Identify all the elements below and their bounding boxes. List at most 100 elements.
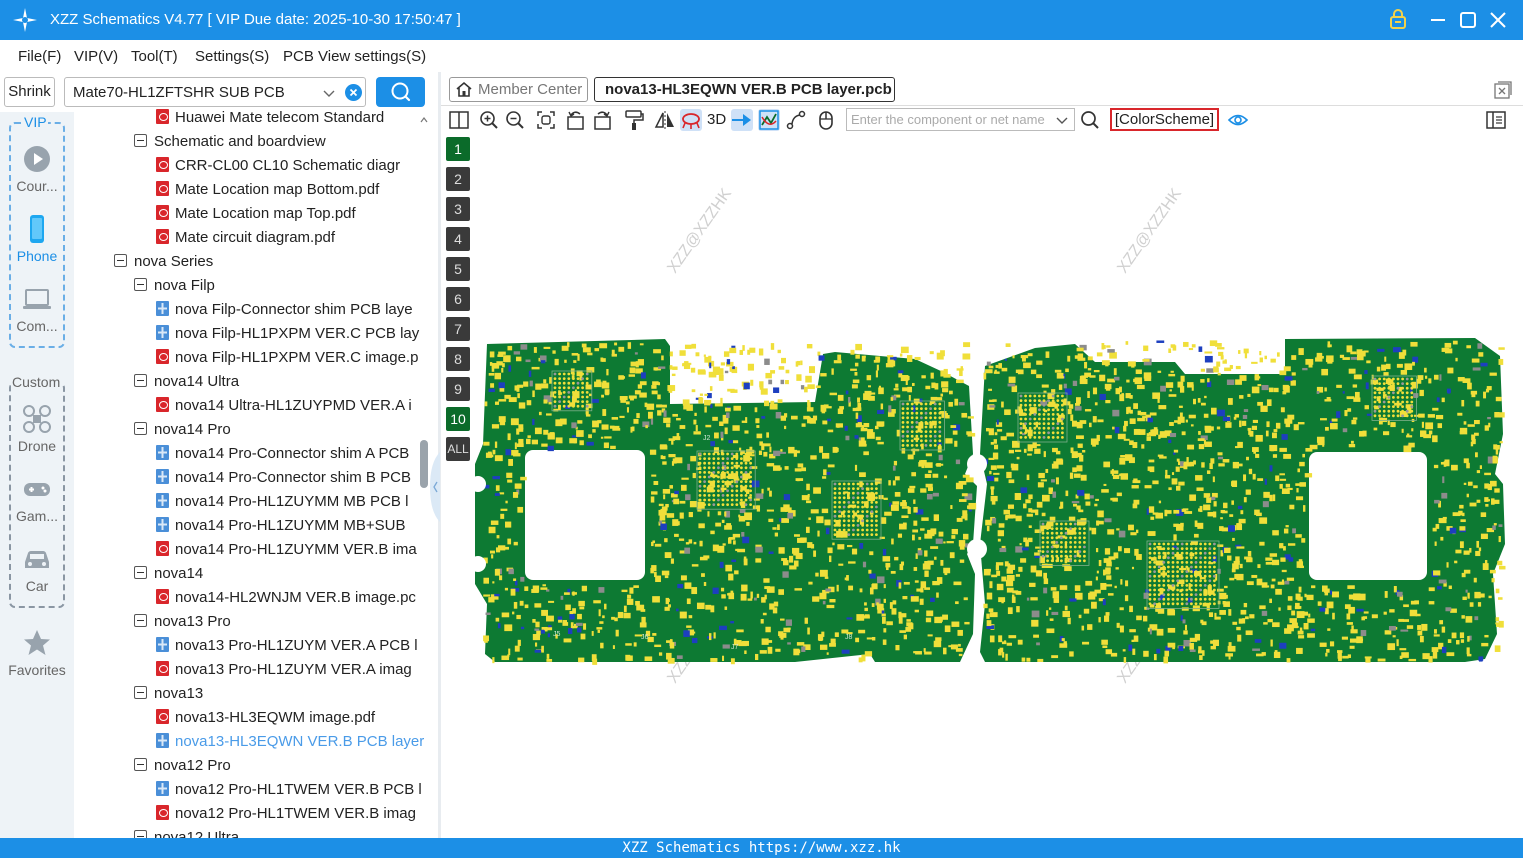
collapse-toggle-icon[interactable] [134, 566, 147, 579]
search-button[interactable] [376, 77, 425, 107]
tree-file[interactable]: nova13-HL3EQWM image.pdf [156, 706, 375, 730]
tree-file[interactable]: Mate circuit diagram.pdf [156, 226, 335, 250]
chevron-down-icon[interactable] [1054, 112, 1070, 128]
layer-button[interactable]: 4 [446, 227, 470, 251]
close-icon[interactable] [1486, 8, 1510, 32]
chevron-down-icon[interactable] [321, 85, 337, 101]
split-view-icon[interactable] [448, 109, 470, 131]
layer-button[interactable]: ALL [446, 437, 470, 461]
layer-button[interactable]: 6 [446, 287, 470, 311]
tab-member-center[interactable]: Member Center [449, 77, 588, 102]
pcb-canvas[interactable]: XZZ@XZZHKXZZ@XZZHKXZZ@XZZHKXZZ@XZZHK J2J… [475, 134, 1523, 838]
zoom-out-icon[interactable] [504, 109, 526, 131]
3d-view-button[interactable]: 3D [707, 111, 726, 128]
menu-tool[interactable]: Tool(T) [131, 48, 178, 65]
category-courses[interactable]: Cour... [0, 144, 74, 194]
tree-file[interactable]: nova14 Pro-Connector shim B PCB [156, 466, 411, 490]
rotate-left-icon[interactable] [565, 109, 587, 131]
tree-folder[interactable]: nova Filp [134, 274, 215, 298]
lock-badge-icon[interactable] [1386, 8, 1410, 32]
menu-file[interactable]: File(F) [18, 48, 61, 65]
component-search-combobox[interactable]: Enter the component or net name [846, 108, 1075, 131]
pcb-board-left[interactable] [475, 339, 977, 665]
tab-pcb-file[interactable]: nova13-HL3EQWN VER.B PCB layer.pcb [594, 77, 895, 102]
collapse-toggle-icon[interactable] [134, 614, 147, 627]
clear-icon[interactable] [345, 84, 362, 101]
category-computer[interactable]: Com... [0, 284, 74, 334]
close-tabs-icon[interactable] [1493, 80, 1513, 100]
collapse-toggle-icon[interactable] [134, 422, 147, 435]
layer-button[interactable]: 7 [446, 317, 470, 341]
rotate-right-icon[interactable] [591, 109, 613, 131]
layer-button[interactable]: 9 [446, 377, 470, 401]
tree-file[interactable]: nova12 Pro-HL1TWEM VER.B imag [156, 802, 416, 826]
category-drone[interactable]: Drone [0, 404, 74, 454]
tree-folder[interactable]: nova14 [134, 562, 203, 586]
layer-button[interactable]: 5 [446, 257, 470, 281]
tree-scroll-thumb[interactable] [420, 440, 428, 488]
tree-folder[interactable]: Schematic and boardview [134, 130, 326, 154]
category-games[interactable]: Gam... [0, 474, 74, 524]
mouse-mode-icon[interactable] [815, 109, 837, 131]
category-phone[interactable]: Phone [0, 214, 74, 264]
trace-view-icon[interactable] [758, 109, 780, 131]
maximize-icon[interactable] [1456, 8, 1480, 32]
tree-file[interactable]: nova14-HL2WNJM VER.B image.pc [156, 586, 416, 610]
zoom-in-icon[interactable] [478, 109, 500, 131]
layer-button[interactable]: 2 [446, 167, 470, 191]
mirror-icon[interactable] [654, 109, 676, 131]
layer-button[interactable]: 3 [446, 197, 470, 221]
layer-button[interactable]: 1 [446, 137, 470, 161]
pin-arrow-icon[interactable] [731, 109, 753, 131]
collapse-toggle-icon[interactable] [134, 758, 147, 771]
tree-folder[interactable]: nova13 Pro [134, 610, 231, 634]
tree-file[interactable]: nova Filp-HL1PXPM VER.C image.p [156, 346, 418, 370]
tree-file[interactable]: nova14 Pro-Connector shim A PCB [156, 442, 409, 466]
layer-button[interactable]: 10 [446, 407, 470, 431]
tree-file[interactable]: nova12 Pro-HL1TWEM VER.B PCB l [156, 778, 422, 802]
color-scheme-button[interactable]: [ColorScheme] [1110, 108, 1219, 131]
collapse-toggle-icon[interactable] [114, 254, 127, 267]
collapse-toggle-icon[interactable] [134, 830, 147, 838]
tree-file[interactable]: CRR-CL00 CL10 Schematic diagr [156, 154, 400, 178]
search-combobox[interactable]: Mate70-HL1ZFTSHR SUB PCB [64, 77, 366, 107]
eye-icon[interactable] [1227, 109, 1249, 131]
component-search-icon[interactable] [1079, 109, 1101, 131]
tree-folder[interactable]: nova13 [134, 682, 203, 706]
shrink-button[interactable]: Shrink [4, 77, 55, 107]
minimize-icon[interactable] [1426, 8, 1450, 32]
tree-file[interactable]: Huawei Mate telecom Standard [156, 108, 384, 130]
format-painter-icon[interactable] [623, 109, 645, 131]
layer-button[interactable]: 8 [446, 347, 470, 371]
menu-vip[interactable]: VIP(V) [74, 48, 118, 65]
collapse-toggle-icon[interactable] [134, 134, 147, 147]
side-panel-icon[interactable] [1485, 109, 1507, 131]
collapse-panel-icon[interactable] [430, 452, 440, 522]
tree-folder[interactable]: nova12 Ultra [134, 826, 239, 838]
tree-folder[interactable]: nova12 Pro [134, 754, 231, 778]
tree-file[interactable]: nova Filp-HL1PXPM VER.C PCB lay [156, 322, 419, 346]
tree-file[interactable]: nova13 Pro-HL1ZUYM VER.A imag [156, 658, 412, 682]
collapse-toggle-icon[interactable] [134, 374, 147, 387]
search-input[interactable]: Mate70-HL1ZFTSHR SUB PCB [73, 84, 285, 101]
menu-settings[interactable]: Settings(S) [195, 48, 269, 65]
tree-file[interactable]: nova13 Pro-HL1ZUYM VER.A PCB l [156, 634, 418, 658]
category-car[interactable]: Car [0, 544, 74, 594]
collapse-toggle-icon[interactable] [134, 278, 147, 291]
category-favorites[interactable]: Favorites [0, 628, 74, 678]
menu-pcb-view-settings[interactable]: PCB View settings(S) [283, 48, 426, 65]
component-search-input[interactable]: Enter the component or net name [851, 112, 1045, 127]
tree-folder[interactable]: nova14 Pro [134, 418, 231, 442]
tree-file[interactable]: nova14 Ultra-HL1ZUYPMD VER.A i [156, 394, 412, 418]
tree-file[interactable]: nova14 Pro-HL1ZUYMM VER.B ima [156, 538, 417, 562]
tree-file[interactable]: nova14 Pro-HL1ZUYMM MB PCB l [156, 490, 408, 514]
collapse-toggle-icon[interactable] [134, 686, 147, 699]
net-highlight-icon[interactable] [680, 109, 702, 131]
pcb-board-right[interactable] [980, 338, 1506, 664]
tree-file[interactable]: nova Filp-Connector shim PCB laye [156, 298, 413, 322]
tree-folder[interactable]: nova Series [114, 250, 213, 274]
tree-file[interactable]: nova14 Pro-HL1ZUYMM MB+SUB [156, 514, 406, 538]
tree-file[interactable]: nova13-HL3EQWN VER.B PCB layer [156, 730, 424, 754]
measure-icon[interactable] [785, 109, 807, 131]
fit-view-icon[interactable] [535, 109, 557, 131]
